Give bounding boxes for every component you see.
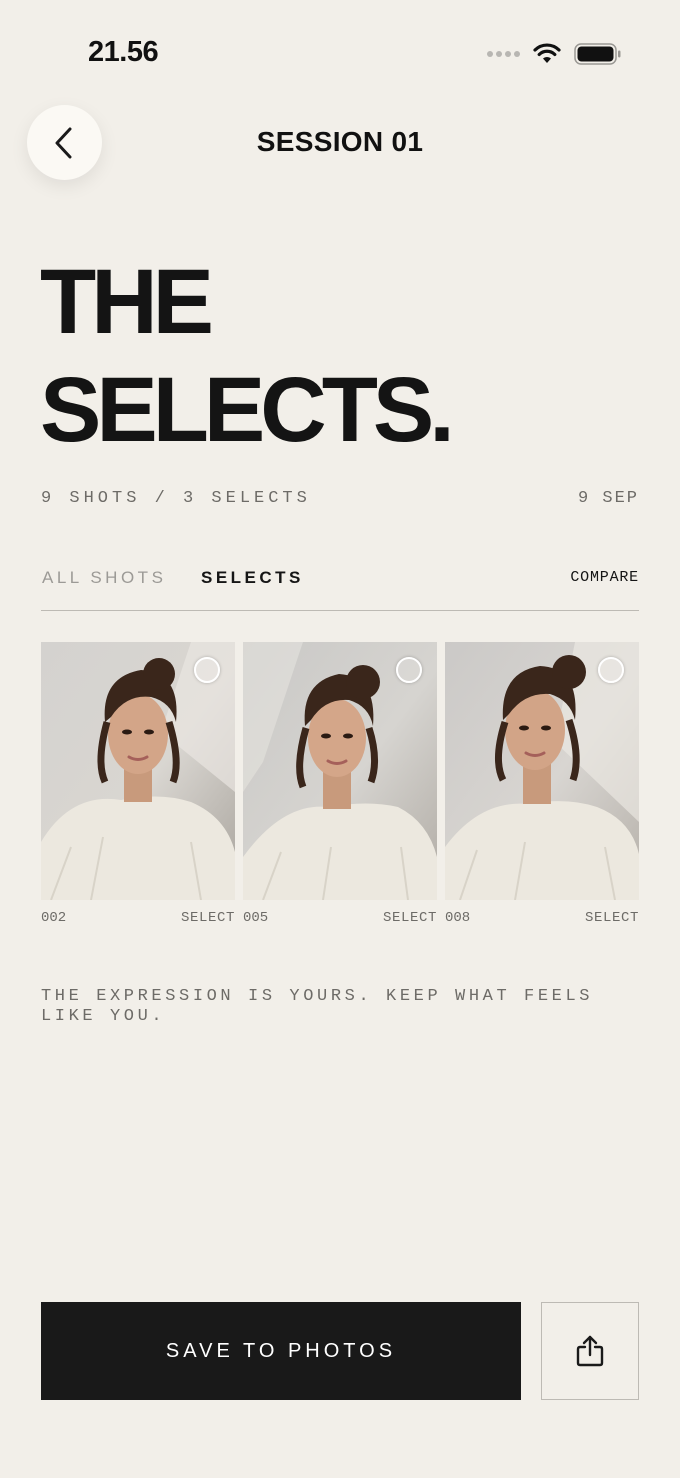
hero-title: THE SELECTS. [40,248,455,464]
photo-card[interactable]: 002 SELECT [41,642,235,926]
status-icons [487,42,622,66]
select-radio[interactable] [598,657,624,683]
select-link[interactable]: SELECT [383,910,437,926]
photo-thumbnail[interactable] [41,642,235,900]
tab-selects[interactable]: SELECTS [201,568,304,588]
share-button[interactable] [541,1302,639,1400]
photo-id: 005 [243,910,269,926]
select-link[interactable]: SELECT [585,910,639,926]
meta-row: 9 SHOTS / 3 SELECTS 9 SEP [41,489,639,508]
hero-title-line2: SELECTS. [40,359,455,461]
select-radio[interactable] [396,657,422,683]
select-radio[interactable] [194,657,220,683]
session-date: 9 SEP [577,489,639,508]
tab-bar: ALL SHOTS SELECTS COMPARE [41,566,639,611]
compare-button[interactable]: COMPARE [570,569,639,586]
photo-id: 008 [445,910,471,926]
photo-grid: 002 SELECT 005 SELECT 008 SELECT [41,642,639,926]
photo-caption: 002 SELECT [41,910,235,926]
photo-thumbnail[interactable] [243,642,437,900]
share-icon [576,1335,604,1367]
tab-all-shots[interactable]: ALL SHOTS [42,568,166,588]
page-title: SESSION 01 [256,126,424,157]
photo-card[interactable]: 005 SELECT [243,642,437,926]
photo-thumbnail[interactable] [445,642,639,900]
battery-icon [574,43,621,65]
photo-caption: 008 SELECT [445,910,639,926]
shot-count: 9 SHOTS / 3 SELECTS [41,489,311,508]
status-time: 21.56 [88,36,159,68]
photo-id: 002 [41,910,67,926]
select-link[interactable]: SELECT [181,910,235,926]
wifi-icon [533,43,561,63]
hero-title-line1: THE [40,251,214,353]
status-bar: 21.56 [0,0,680,100]
note-text: THE EXPRESSION IS YOURS. KEEP WHAT FEELS… [41,987,594,1026]
photo-caption: 005 SELECT [243,910,437,926]
photo-card[interactable]: 008 SELECT [445,642,639,926]
signal-dots-icon [487,51,520,57]
save-to-photos-button[interactable]: SAVE TO PHOTOS [41,1302,521,1400]
